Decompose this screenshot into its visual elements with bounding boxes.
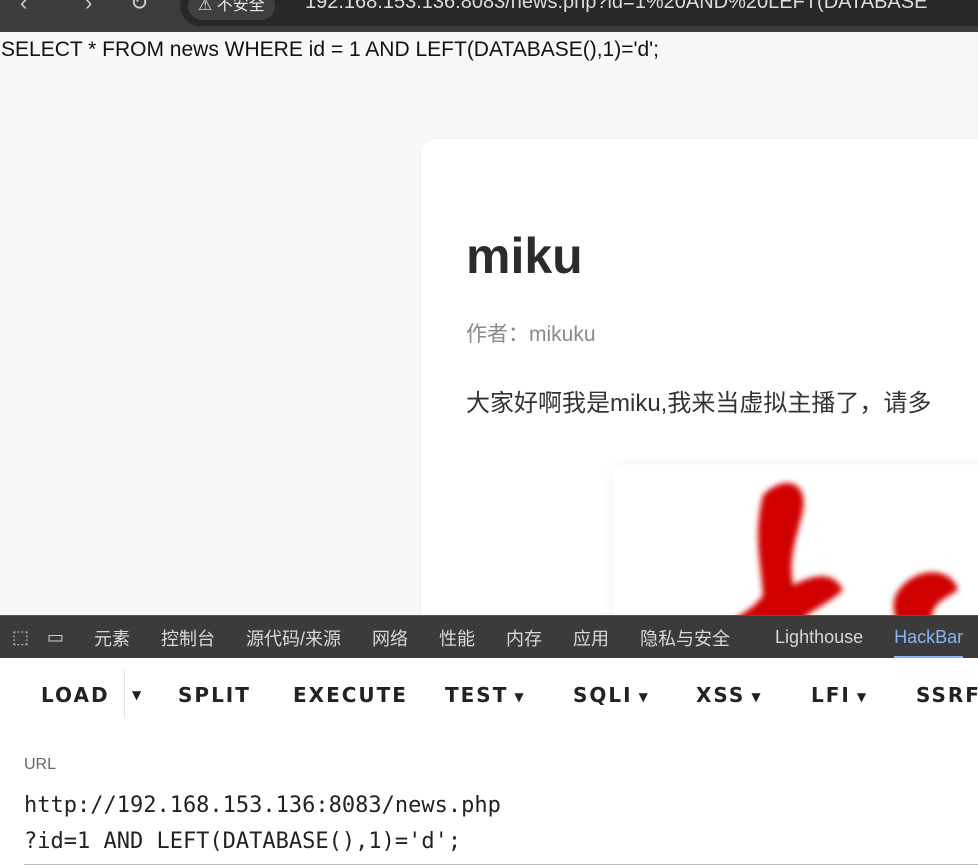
hackbar-panel: LOAD ▼ SPLIT EXECUTE TEST ▼ SQLI ▼ XSS ▼ LF… [0, 658, 978, 865]
browser-toolbar: ‹ › ↻ ⚠ 不安全 192.168.153.136:8083/news.ph… [0, 0, 978, 32]
execute-button[interactable]: EXECUTE [293, 683, 408, 707]
tab-hackbar[interactable]: HackBar [894, 627, 964, 658]
devtools-tabbar: ⬚ ▭ 元素 控制台 源代码/来源 网络 性能 内存 应用 隐私与安全 Ligh… [0, 615, 978, 659]
tab-performance[interactable]: 性能 [439, 625, 475, 651]
tab-lighthouse[interactable]: Lighthouse [775, 627, 863, 648]
tab-privacy-security[interactable]: 隐私与安全 [640, 625, 730, 651]
ssrf-menu-button[interactable]: SSRF [916, 683, 978, 707]
forward-icon[interactable]: › [85, 0, 92, 16]
load-dropdown-caret-icon[interactable]: ▼ [132, 688, 143, 702]
news-author: 作者：mikuku [466, 323, 596, 346]
news-content: 大家好啊我是miku,我来当虚拟主播了，请多 [466, 390, 932, 417]
url-line-1: http://192.168.153.136:8083/news.php [24, 793, 501, 818]
lfi-label: LFI [811, 683, 851, 707]
address-bar[interactable]: ⚠ 不安全 192.168.153.136:8083/news.php?id=1… [180, 0, 978, 26]
chevron-down-icon: ▼ [638, 689, 650, 704]
address-url[interactable]: 192.168.153.136:8083/news.php?id=1%20AND… [305, 0, 927, 14]
chevron-down-icon: ▼ [514, 689, 526, 704]
tab-application[interactable]: 应用 [573, 625, 609, 651]
chevron-down-icon: ▼ [856, 689, 869, 704]
news-title: miku [466, 228, 583, 284]
tab-network[interactable]: 网络 [372, 625, 408, 651]
sql-query-output: SELECT * FROM news WHERE id = 1 AND LEFT… [1, 38, 660, 61]
load-dropdown-separator [124, 670, 125, 718]
lfi-menu-button[interactable]: LFI ▼ [811, 683, 868, 707]
load-button[interactable]: LOAD [41, 683, 110, 707]
reload-icon[interactable]: ↻ [130, 0, 148, 16]
url-line-2: ?id=1 AND LEFT(DATABASE(),1)='d'; [24, 829, 462, 854]
xss-label: XSS [696, 683, 746, 707]
device-toolbar-icon[interactable]: ▭ [47, 627, 64, 648]
sqli-menu-button[interactable]: SQLI ▼ [573, 683, 650, 707]
url-field-label: URL [24, 756, 57, 773]
tab-memory[interactable]: 内存 [506, 625, 542, 651]
tab-console[interactable]: 控制台 [161, 625, 215, 651]
inspect-element-icon[interactable]: ⬚ [12, 627, 29, 648]
chevron-down-icon: ▼ [751, 689, 763, 704]
xss-menu-button[interactable]: XSS ▼ [696, 683, 763, 707]
tab-sources[interactable]: 源代码/来源 [246, 625, 341, 651]
url-textarea[interactable]: http://192.168.153.136:8083/news.php ?id… [24, 788, 978, 865]
sqli-label: SQLI [573, 683, 633, 707]
test-label: TEST [445, 683, 509, 707]
split-button[interactable]: SPLIT [178, 683, 251, 707]
test-menu-button[interactable]: TEST ▼ [445, 683, 526, 707]
news-card: miku 作者：mikuku 大家好啊我是miku,我来当虚拟主播了，请多 [421, 139, 978, 659]
security-warning-chip[interactable]: ⚠ 不安全 [188, 0, 275, 20]
tab-elements[interactable]: 元素 [94, 625, 130, 651]
back-icon[interactable]: ‹ [20, 0, 27, 16]
hackbar-toolbar: LOAD ▼ SPLIT EXECUTE TEST ▼ SQLI ▼ XSS ▼ LF… [0, 658, 978, 728]
